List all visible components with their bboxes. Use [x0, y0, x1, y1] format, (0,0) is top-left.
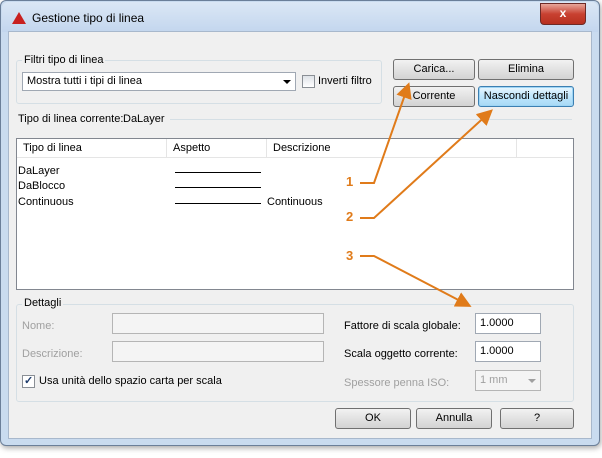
callout-arrows: [360, 82, 493, 307]
callout-arrow-1: [360, 82, 412, 184]
callout-arrow-3: [360, 255, 472, 307]
